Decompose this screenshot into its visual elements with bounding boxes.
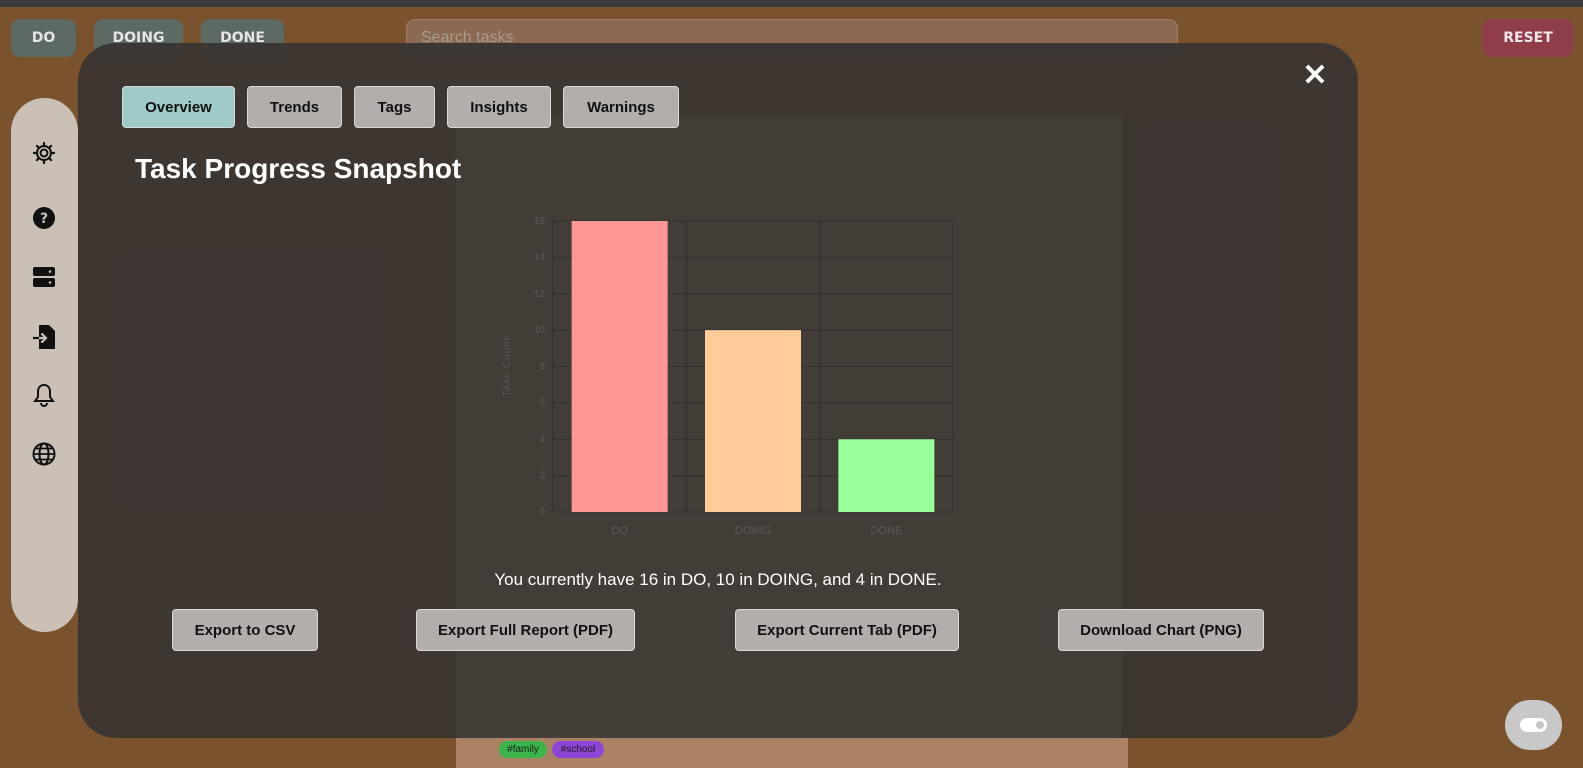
y-tick-label: 12 <box>534 289 546 300</box>
export-csv-button[interactable]: Export to CSV <box>172 609 318 651</box>
tab-trends[interactable]: Trends <box>247 86 342 128</box>
y-axis-label: Task Count <box>502 336 513 396</box>
bar-do <box>571 221 668 512</box>
x-tick-label: DONE <box>870 525 902 537</box>
page-title: Task Progress Snapshot <box>135 153 462 184</box>
bell-icon[interactable] <box>31 382 57 408</box>
reset-button[interactable]: RESET <box>1483 19 1573 57</box>
top-strip <box>0 0 1583 7</box>
filter-do-button[interactable]: DO <box>11 19 76 57</box>
y-tick-label: 10 <box>534 325 546 336</box>
toggle-icon <box>1520 718 1547 732</box>
summary-text: You currently have 16 in DO, 10 in DOING… <box>494 570 942 589</box>
download-chart-button[interactable]: Download Chart (PNG) <box>1058 609 1264 651</box>
tag-chip[interactable]: #family <box>499 741 547 758</box>
x-tick-label: DO <box>611 525 628 537</box>
side-rail: ? <box>11 98 78 632</box>
tab-tags[interactable]: Tags <box>354 86 435 128</box>
bar-doing <box>705 330 801 512</box>
y-tick-label: 6 <box>539 398 545 409</box>
y-tick-label: 0 <box>539 507 545 518</box>
tab-overview[interactable]: Overview <box>122 86 235 128</box>
close-icon[interactable]: ✕ <box>1300 61 1330 91</box>
y-tick-label: 2 <box>539 471 545 482</box>
y-tick-label: 14 <box>534 252 546 263</box>
y-tick-label: 16 <box>534 216 546 227</box>
export-full-report-button[interactable]: Export Full Report (PDF) <box>416 609 635 651</box>
help-icon[interactable]: ? <box>31 205 57 231</box>
tag-chip[interactable]: #school <box>552 741 604 758</box>
task-progress-chart: 0 2 4 6 8 10 12 14 16 DO DOING DONE Task Count <box>502 216 954 537</box>
svg-text:?: ? <box>40 211 48 227</box>
x-tick-label: DOING <box>735 525 771 537</box>
tab-warnings[interactable]: Warnings <box>563 86 679 128</box>
y-tick-label: 4 <box>539 434 545 445</box>
export-current-tab-button[interactable]: Export Current Tab (PDF) <box>735 609 959 651</box>
gear-icon[interactable] <box>31 140 57 166</box>
y-tick-label: 8 <box>539 362 545 373</box>
theme-toggle[interactable] <box>1505 700 1562 750</box>
storage-icon[interactable] <box>31 264 57 290</box>
bar-done <box>838 439 935 512</box>
stats-modal: ✕ Overview Trends Tags Insights Warnings… <box>78 43 1358 738</box>
globe-icon[interactable] <box>31 441 57 467</box>
tab-insights[interactable]: Insights <box>447 86 551 128</box>
import-icon[interactable] <box>31 324 57 350</box>
